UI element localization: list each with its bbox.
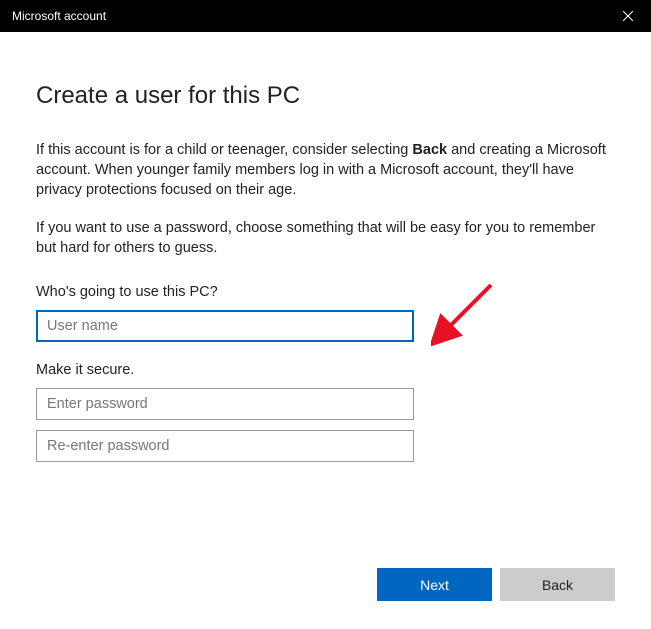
titlebar-title: Microsoft account: [12, 9, 106, 23]
intro-text-2: If you want to use a password, choose so…: [36, 218, 615, 258]
intro-text-1: If this account is for a child or teenag…: [36, 140, 615, 200]
intro-part1: If this account is for a child or teenag…: [36, 142, 412, 158]
password-input[interactable]: [36, 388, 414, 420]
page-title: Create a user for this PC: [36, 82, 615, 110]
content-area: Create a user for this PC If this accoun…: [0, 32, 651, 462]
close-icon: [623, 11, 633, 21]
username-label: Who's going to use this PC?: [36, 284, 615, 300]
confirm-password-input[interactable]: [36, 430, 414, 462]
next-button[interactable]: Next: [377, 568, 492, 601]
back-button[interactable]: Back: [500, 568, 615, 601]
intro-bold: Back: [412, 142, 447, 158]
button-row: Next Back: [377, 568, 615, 601]
titlebar: Microsoft account: [0, 0, 651, 32]
username-input[interactable]: [36, 310, 414, 342]
close-button[interactable]: [605, 0, 651, 32]
secure-label: Make it secure.: [36, 362, 615, 378]
